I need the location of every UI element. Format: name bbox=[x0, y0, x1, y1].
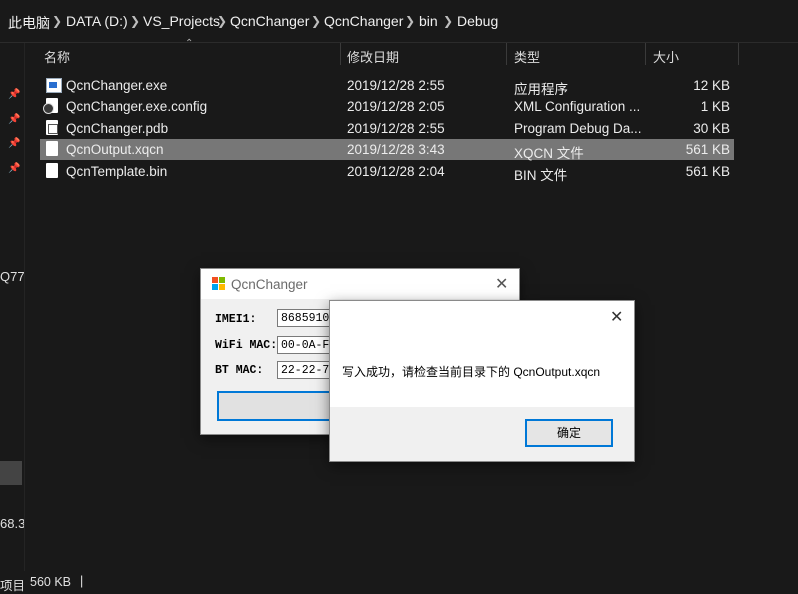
config-file-icon bbox=[43, 98, 58, 114]
status-size: 560 KB bbox=[30, 575, 72, 589]
pdb-file-icon bbox=[46, 120, 58, 135]
imei-input[interactable]: 86859104 bbox=[277, 309, 337, 327]
column-header-type[interactable]: 类型 bbox=[514, 47, 540, 66]
file-size: 1 KB bbox=[700, 99, 730, 114]
message-text: 写入成功，请检查当前目录下的 QcnOutput.xqcn bbox=[342, 365, 601, 379]
file-size: 561 KB bbox=[685, 164, 730, 179]
file-name[interactable]: QcnChanger.exe.config bbox=[66, 99, 207, 114]
file-name[interactable]: QcnChanger.exe bbox=[66, 78, 167, 93]
file-name[interactable]: QcnTemplate.bin bbox=[66, 164, 167, 179]
navigation-pane[interactable]: 📌 📌 📌 📌 Q77 68.3 bbox=[0, 43, 25, 571]
file-type: XML Configuration ... bbox=[514, 99, 641, 114]
close-icon[interactable]: ✕ bbox=[610, 307, 623, 327]
status-items: 项目 bbox=[0, 579, 26, 593]
title-bar[interactable]: QcnChanger ✕ bbox=[201, 269, 519, 299]
breadcrumb-drive[interactable]: DATA (D:) bbox=[66, 13, 128, 29]
file-row[interactable]: QcnChanger.pdb 2019/12/28 2:55 Program D… bbox=[40, 118, 734, 139]
nav-item-selected[interactable] bbox=[0, 461, 22, 485]
file-icon bbox=[46, 163, 58, 178]
status-bar: 项目 560 KB | bbox=[0, 571, 798, 593]
file-modified: 2019/12/28 2:05 bbox=[347, 99, 445, 114]
column-divider[interactable] bbox=[738, 43, 739, 65]
sort-ascending-icon: ⌃ bbox=[185, 38, 194, 49]
file-row[interactable]: QcnChanger.exe 2019/12/28 2:55 应用程序 12 K… bbox=[40, 75, 734, 97]
pin-icon[interactable]: 📌 bbox=[8, 138, 20, 149]
file-modified: 2019/12/28 2:55 bbox=[347, 78, 445, 93]
chevron-right-icon[interactable]: ❯ bbox=[130, 14, 140, 28]
file-row-selected[interactable]: QcnOutput.xqcn 2019/12/28 3:43 XQCN 文件 5… bbox=[40, 139, 734, 161]
chevron-right-icon[interactable]: ❯ bbox=[443, 14, 453, 28]
file-type: BIN 文件 bbox=[514, 168, 568, 183]
exe-icon bbox=[46, 78, 62, 93]
address-bar[interactable]: 此电脑 ❯ DATA (D:) ❯ VS_Projects ❯ QcnChang… bbox=[0, 0, 798, 43]
file-type: 应用程序 bbox=[514, 82, 568, 97]
pin-icon[interactable]: 📌 bbox=[8, 163, 20, 174]
ok-button[interactable]: 确定 bbox=[525, 419, 613, 447]
file-name[interactable]: QcnChanger.pdb bbox=[66, 121, 168, 136]
breadcrumb-qcnchanger-root[interactable]: QcnChanger bbox=[230, 13, 309, 29]
wifi-mac-input[interactable]: 00-0A-F5 bbox=[277, 336, 337, 354]
column-header-modified[interactable]: 修改日期 bbox=[347, 47, 399, 66]
file-modified: 2019/12/28 3:43 bbox=[347, 142, 445, 157]
breadcrumb-vs-projects[interactable]: VS_Projects bbox=[143, 13, 220, 29]
file-name[interactable]: QcnOutput.xqcn bbox=[66, 142, 164, 157]
chevron-right-icon[interactable]: ❯ bbox=[405, 14, 415, 28]
column-divider[interactable] bbox=[645, 43, 646, 65]
column-header-name[interactable]: 名称 bbox=[44, 47, 70, 66]
message-box[interactable]: ✕ 写入成功，请检查当前目录下的 QcnOutput.xqcn 确定 bbox=[330, 301, 634, 461]
status-divider: | bbox=[80, 574, 84, 588]
imei-label: IMEI1: bbox=[215, 313, 257, 326]
close-icon[interactable]: ✕ bbox=[495, 274, 508, 294]
column-header-size[interactable]: 大小 bbox=[653, 47, 679, 66]
breadcrumb-this-pc[interactable]: 此电脑 bbox=[8, 13, 50, 33]
breadcrumb-qcnchanger[interactable]: QcnChanger bbox=[324, 13, 403, 29]
file-type: XQCN 文件 bbox=[514, 146, 584, 161]
file-size: 12 KB bbox=[693, 78, 730, 93]
file-row[interactable]: QcnChanger.exe.config 2019/12/28 2:05 XM… bbox=[40, 96, 734, 117]
wifi-mac-label: WiFi MAC: bbox=[215, 339, 278, 352]
file-size: 561 KB bbox=[685, 142, 730, 157]
nav-item-fragment[interactable]: Q77 bbox=[0, 269, 25, 284]
file-row[interactable]: QcnTemplate.bin 2019/12/28 2:04 BIN 文件 5… bbox=[40, 161, 734, 183]
app-icon bbox=[212, 277, 226, 291]
chevron-right-icon[interactable]: ❯ bbox=[52, 14, 62, 28]
pin-icon[interactable]: 📌 bbox=[8, 114, 20, 125]
bt-mac-input[interactable]: 22-22-75 bbox=[277, 361, 337, 379]
breadcrumb-debug[interactable]: Debug bbox=[457, 13, 498, 29]
file-size: 30 KB bbox=[693, 121, 730, 136]
pin-icon[interactable]: 📌 bbox=[8, 89, 20, 100]
file-modified: 2019/12/28 2:55 bbox=[347, 121, 445, 136]
write-button[interactable] bbox=[217, 391, 333, 421]
chevron-right-icon[interactable]: ❯ bbox=[217, 14, 227, 28]
file-icon bbox=[46, 141, 58, 156]
chevron-right-icon[interactable]: ❯ bbox=[311, 14, 321, 28]
nav-item-fragment[interactable]: 68.3 bbox=[0, 516, 25, 531]
breadcrumb-bin[interactable]: bin bbox=[419, 13, 438, 29]
column-divider[interactable] bbox=[340, 43, 341, 65]
file-type: Program Debug Da... bbox=[514, 121, 642, 136]
window-title: QcnChanger bbox=[231, 277, 308, 292]
column-divider[interactable] bbox=[506, 43, 507, 65]
file-modified: 2019/12/28 2:04 bbox=[347, 164, 445, 179]
bt-mac-label: BT MAC: bbox=[215, 364, 264, 377]
